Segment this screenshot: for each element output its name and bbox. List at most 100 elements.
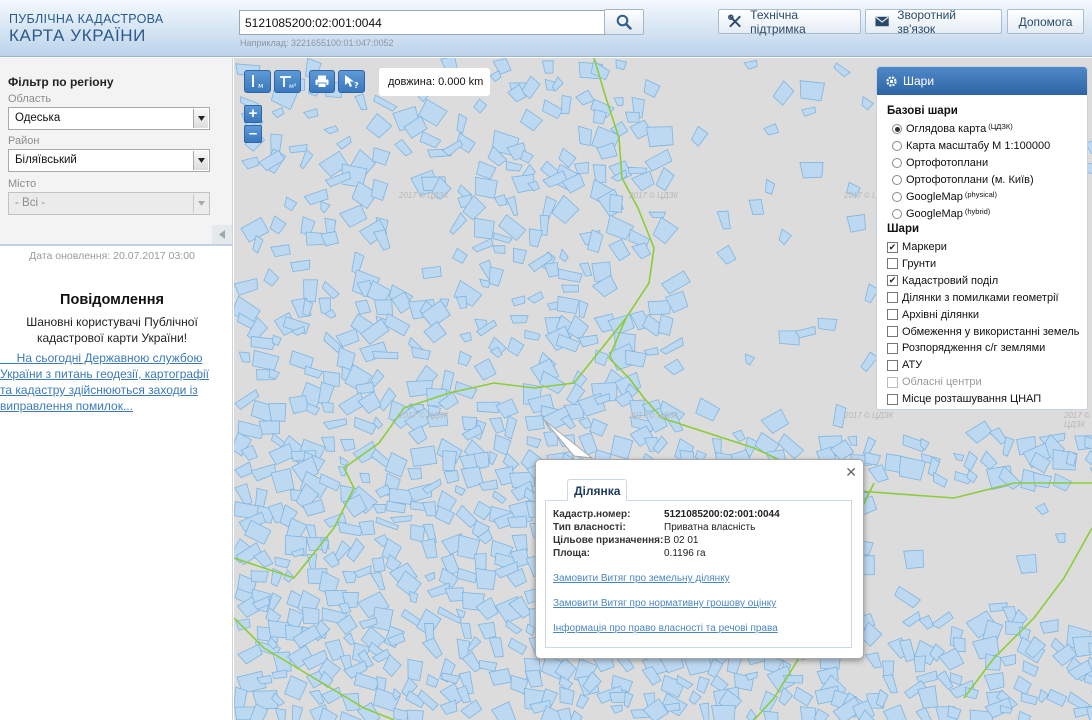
parcel-shape[interactable] xyxy=(763,710,779,720)
base-layer-option[interactable]: Ортофотоплани xyxy=(892,157,988,169)
parcel-shape[interactable] xyxy=(799,706,817,720)
parcel-shape[interactable] xyxy=(1084,435,1092,450)
checkbox[interactable] xyxy=(887,342,898,354)
parcel-shape[interactable] xyxy=(476,401,500,414)
parcel-shape[interactable] xyxy=(625,111,640,123)
parcel-shape[interactable] xyxy=(646,126,674,148)
search-button[interactable] xyxy=(604,9,644,35)
parcel-shape[interactable] xyxy=(475,567,497,590)
layers-panel-header[interactable]: Шари xyxy=(877,67,1087,95)
measure-area-button[interactable]: м² xyxy=(274,70,301,93)
checkbox[interactable] xyxy=(887,376,898,388)
parcel-shape[interactable] xyxy=(903,549,924,570)
zoom-out-button[interactable]: – xyxy=(244,125,262,143)
parcel-shape[interactable] xyxy=(711,705,736,720)
overlay-layer-option[interactable]: Ділянки з помилками геометрії xyxy=(887,292,1059,304)
order-valuation-extract-link[interactable]: Замовити Витяг про нормативну грошову оц… xyxy=(553,598,776,609)
message-link[interactable]: виправлення помилок... xyxy=(0,399,226,413)
parcel-shape[interactable] xyxy=(258,420,281,435)
radio-button[interactable] xyxy=(892,175,902,185)
base-layer-option[interactable]: GoogleMap (physical) xyxy=(892,190,997,203)
checkbox-checked-icon[interactable]: ✔ xyxy=(887,275,898,287)
map-watermark: 2017 © ЦДЗК xyxy=(399,411,449,420)
print-button[interactable] xyxy=(309,70,335,93)
base-layer-option[interactable]: Ортофотоплани (м. Київ) xyxy=(892,174,1034,186)
checkbox[interactable] xyxy=(887,292,898,304)
parcel-shape[interactable] xyxy=(509,315,529,324)
parcel-shape[interactable] xyxy=(561,284,580,293)
overlay-layer-option[interactable]: Розпорядження с/г землями xyxy=(887,342,1045,354)
parcel-shape[interactable] xyxy=(647,300,671,316)
base-layer-option[interactable]: Карта масштабу М 1:100000 xyxy=(892,140,1050,152)
parcel-shape[interactable] xyxy=(524,415,545,431)
message-link[interactable]: та кадастру здійснюються заходи із xyxy=(0,383,226,397)
tab-parcel[interactable]: Ділянка xyxy=(567,479,628,501)
parcel-shape[interactable] xyxy=(628,166,648,174)
parcel-shape[interactable] xyxy=(474,176,498,199)
parcel-shape[interactable] xyxy=(474,217,495,240)
city-select[interactable]: - Всі - xyxy=(8,192,210,215)
overlay-layer-option[interactable]: Грунти xyxy=(887,258,936,270)
parcel-shape[interactable] xyxy=(578,125,593,147)
map-view[interactable]: 2017 © ЦДЗК 2017 © ЦДЗК 2017 © ЦДЗК 2017… xyxy=(234,58,1092,720)
site-logo[interactable]: ПУБЛІЧНА КАДАСТРОВА КАРТА УКРАЇНИ xyxy=(9,12,164,46)
radio-button[interactable] xyxy=(892,158,902,168)
base-layer-option[interactable]: GoogleMap (hybrid) xyxy=(892,207,990,220)
parcel-shape[interactable] xyxy=(799,80,825,102)
parcel-shape[interactable] xyxy=(409,445,438,467)
feedback-button[interactable]: Зворотний зв'язок xyxy=(865,8,1002,36)
parcel-shape[interactable] xyxy=(268,402,287,422)
checkbox[interactable] xyxy=(887,359,898,371)
message-link[interactable]: На сьогодні Державною службою xyxy=(0,351,226,365)
close-icon[interactable]: ✕ xyxy=(845,464,857,481)
help-button[interactable]: Допомога xyxy=(1007,9,1084,34)
checkbox[interactable] xyxy=(887,326,898,337)
parcel-shape[interactable] xyxy=(913,655,926,673)
parcel-shape[interactable] xyxy=(374,299,394,316)
checkbox-checked-icon[interactable]: ✔ xyxy=(887,241,898,253)
zoom-in-button[interactable]: + xyxy=(244,105,262,123)
overlay-layer-option[interactable]: АТУ xyxy=(887,359,922,371)
parcel-shape[interactable] xyxy=(799,161,824,179)
ownership-info-link[interactable]: Інформація про право власності та речові… xyxy=(553,623,778,634)
message-link[interactable]: України з питань геодезії, картографії xyxy=(0,367,226,381)
parcel-shape[interactable] xyxy=(371,556,386,573)
parcel-shape[interactable] xyxy=(410,524,426,543)
parcel-shape[interactable] xyxy=(302,606,320,625)
parcel-shape[interactable] xyxy=(882,660,895,677)
measure-length-button[interactable]: м xyxy=(244,70,271,93)
overlay-layer-option[interactable]: ✔ Маркери xyxy=(887,241,947,253)
region-select[interactable]: Одеська xyxy=(8,107,210,130)
parcel-shape[interactable] xyxy=(442,450,457,472)
collapse-sidebar-button[interactable] xyxy=(212,225,232,244)
radio-button[interactable] xyxy=(892,124,902,134)
overlay-layer-option[interactable]: Обмеження у використанні земель xyxy=(887,326,1079,338)
overlay-layer-option[interactable]: ✔ Кадастровий поділ xyxy=(887,275,998,287)
overlay-layer-option[interactable]: Місце розташування ЦНАП xyxy=(887,393,1041,405)
parcel-shape[interactable] xyxy=(817,317,838,332)
checkbox[interactable] xyxy=(887,258,898,270)
radio-button[interactable] xyxy=(892,209,902,219)
parcel-shape[interactable] xyxy=(406,709,424,720)
overlay-layer-option[interactable]: Архівні ділянки xyxy=(887,309,979,321)
identify-button[interactable]: ? xyxy=(338,70,365,93)
overlay-layer-option[interactable]: Обласні центри xyxy=(887,376,982,388)
district-select[interactable]: Біляївський xyxy=(8,149,210,172)
region-select-value: Одеська xyxy=(15,112,61,124)
radio-button[interactable] xyxy=(892,141,902,151)
parcel-shape[interactable] xyxy=(421,265,442,280)
parcel-shape[interactable] xyxy=(609,193,624,213)
parcel-shape[interactable] xyxy=(371,351,399,360)
parcel-shape[interactable] xyxy=(506,515,528,529)
tech-support-button[interactable]: Технічна підтримка xyxy=(718,8,861,36)
radio-button[interactable] xyxy=(892,192,902,202)
parcel-shape[interactable] xyxy=(250,570,269,583)
parcel-shape[interactable] xyxy=(407,658,424,681)
order-parcel-extract-link[interactable]: Замовити Витяг про земельну ділянку xyxy=(553,573,730,584)
cadastral-search-input[interactable] xyxy=(239,10,605,35)
checkbox[interactable] xyxy=(887,309,898,321)
base-layer-option[interactable]: Оглядова карта (ЦДЗК) xyxy=(892,122,1013,135)
checkbox[interactable] xyxy=(887,393,898,405)
tools-icon xyxy=(728,14,741,28)
parcel-shape[interactable] xyxy=(492,245,506,254)
